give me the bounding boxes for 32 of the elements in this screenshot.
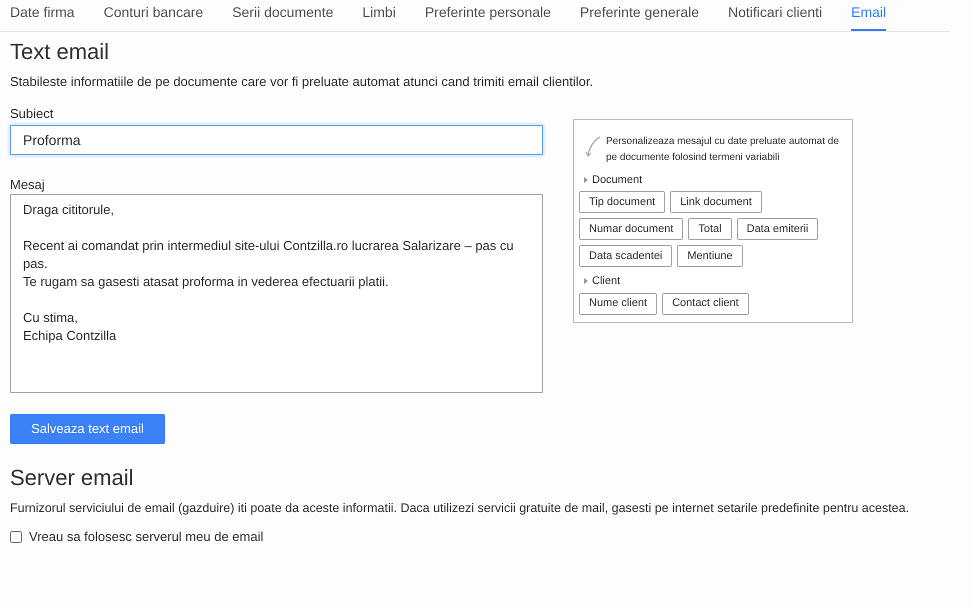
tab[interactable]: Date firma [10, 0, 75, 31]
group-header[interactable]: Document [579, 172, 847, 188]
section-description: Furnizorul serviciului de email (gazduire) iti poate da aceste informatii. Daca utilizezi servicii gratuite de mail, gasesti pe internet setarile predefinite pentru acestea. [10, 500, 910, 517]
tab[interactable]: Email [851, 0, 886, 31]
tab[interactable]: Serii documente [232, 0, 334, 31]
variable-term-button[interactable]: Mentiune [677, 245, 743, 267]
variable-term-button[interactable]: Data emiterii [736, 218, 818, 240]
variable-term-button[interactable]: Contact client [662, 292, 749, 314]
variable-term-button[interactable]: Nume client [579, 292, 658, 314]
section-description: Stabileste informatiile de pe documente care vor fi preluate automat atunci cand trimiti email clientilor. [10, 73, 594, 91]
tab[interactable]: Conturi bancare [104, 0, 204, 31]
group-header[interactable]: Client [579, 273, 847, 290]
checkbox-label: Vreau sa folosesc serverul meu de email [29, 528, 264, 546]
section-title: Text email [10, 38, 110, 66]
section-title: Server email [10, 464, 134, 492]
message-field[interactable]: Draga cititorule, Recent ai comandat prin intermediul site-ului Contzilla.ro lucrarea Salarizare – pas cu pas. Te rugam sa gasesti atasat proforma in vederea efectuarii platii. Cu stima, Echipa Contzilla [10, 194, 543, 392]
variable-term-button[interactable]: Tip document [579, 191, 666, 213]
field-label: Subiect [10, 106, 54, 122]
checkbox[interactable] [10, 531, 22, 543]
panel-hint: Personalizeaza mesajul cu date preluate automat de pe documente folosind termeni variabili [606, 134, 840, 164]
variable-term-button[interactable]: Link document [670, 191, 762, 213]
tab[interactable]: Preferinte generale [580, 0, 699, 31]
variable-term-button[interactable]: Total [688, 218, 732, 240]
subject-field[interactable]: Proforma [10, 124, 543, 154]
variable-term-button[interactable]: Numar document [579, 218, 684, 240]
variable-term-button[interactable]: Data scadentei [579, 245, 672, 267]
tab[interactable]: Limbi [362, 0, 396, 31]
tab[interactable]: Notificari clienti [728, 0, 822, 31]
curved-arrow-icon [585, 136, 601, 158]
save-button[interactable]: Salveaza text email [10, 414, 165, 444]
field-label: Mesaj [10, 176, 46, 192]
tab[interactable]: Preferinte personale [424, 0, 551, 31]
